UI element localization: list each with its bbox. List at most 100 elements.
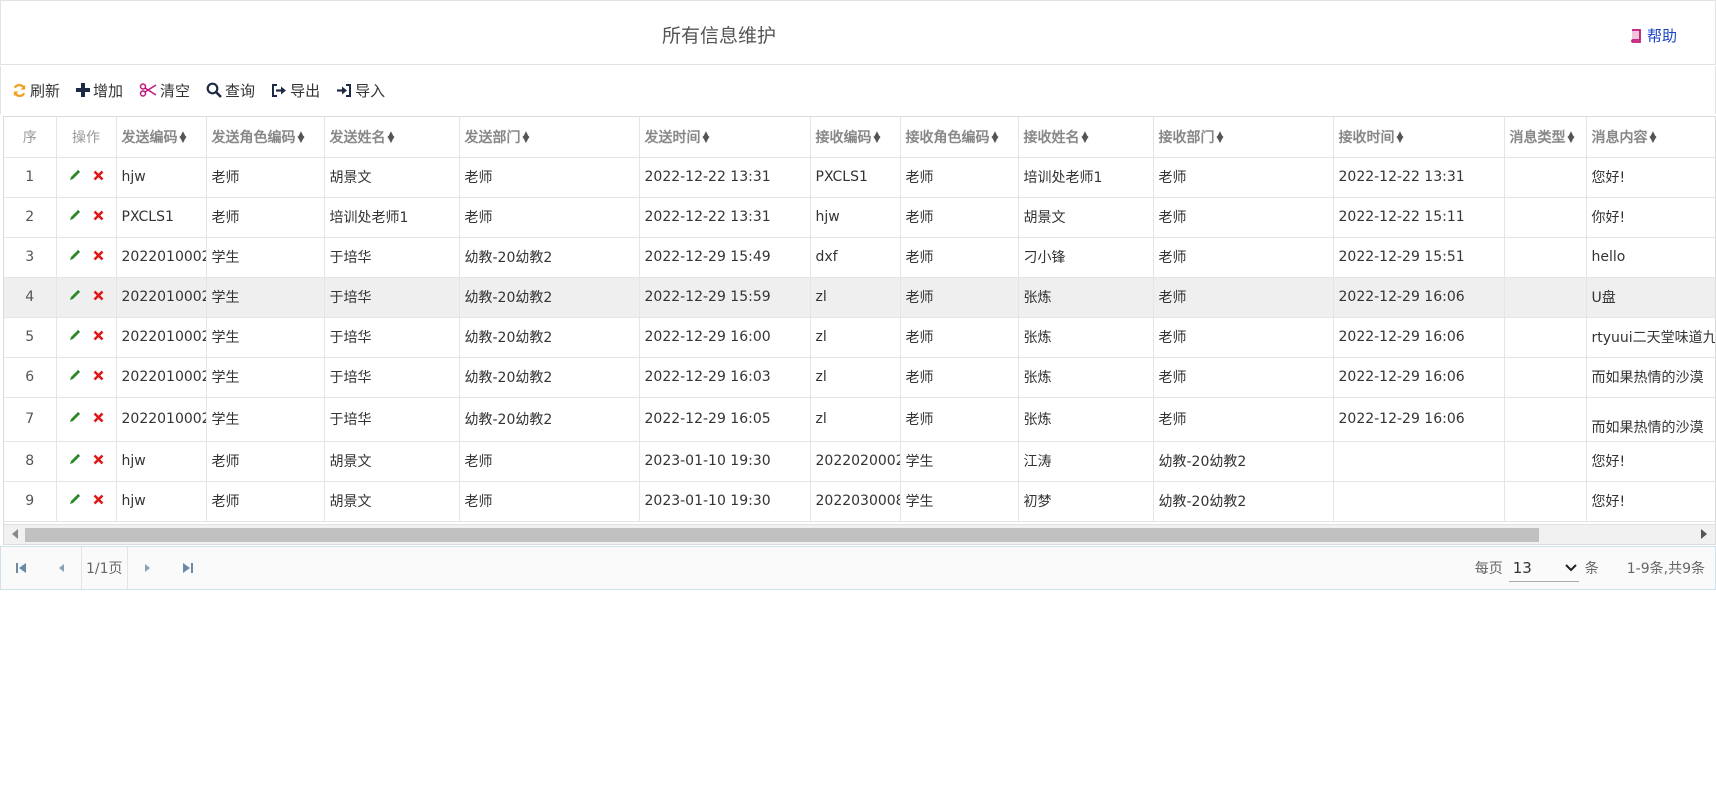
column-header-ops: 操作 (56, 117, 117, 158)
column-header[interactable]: 消息内容 ▲ ▼ (1586, 117, 1715, 158)
delete-x-icon[interactable] (93, 169, 104, 185)
table-cell: 2022010002 (116, 317, 207, 358)
row-actions (56, 481, 117, 522)
clear-button[interactable]: 清空 (139, 80, 190, 101)
table-cell: 学生 (900, 481, 1019, 522)
delete-x-icon[interactable] (93, 249, 104, 265)
delete-x-icon[interactable] (93, 369, 104, 385)
column-header[interactable]: 消息类型 ▲ ▼ (1504, 117, 1587, 158)
sort-icon[interactable]: ▲ ▼ (180, 130, 187, 144)
column-header-label: 接收角色编码 (905, 129, 990, 146)
export-button[interactable]: 导出 (271, 80, 320, 101)
sort-icon[interactable]: ▲ ▼ (992, 130, 999, 144)
query-button[interactable]: 查询 (206, 80, 255, 101)
edit-pencil-icon[interactable] (69, 169, 81, 185)
edit-pencil-icon[interactable] (69, 369, 81, 385)
table-cell: 学生 (206, 397, 325, 442)
table-row[interactable]: 8 hjw 老师 胡景文 老师 2023-01-10 19:30 2022020002 学生江… (4, 441, 1715, 482)
table-cell: 2022-12-29 16:00 (639, 317, 811, 358)
table-cell: 幼教-20幼教2 (1153, 481, 1334, 522)
sort-icon[interactable]: ▲ ▼ (1082, 130, 1089, 144)
row-index: 1 (4, 157, 57, 198)
table-cell: zl (810, 277, 901, 318)
table-cell: 2022020002 (810, 441, 901, 482)
edit-pencil-icon[interactable] (69, 493, 81, 509)
scroll-left-icon[interactable] (12, 529, 18, 539)
edit-pencil-icon[interactable] (69, 289, 81, 305)
column-header[interactable]: 发送姓名 ▲ ▼ (324, 117, 460, 158)
edit-pencil-icon[interactable] (69, 453, 81, 469)
table-cell: 2022-12-29 16:03 (639, 357, 811, 398)
sort-icon[interactable]: ▲ ▼ (703, 130, 710, 144)
sort-icon[interactable]: ▲ ▼ (298, 130, 305, 144)
page-size-select[interactable]: 13 (1508, 554, 1579, 582)
sort-icon[interactable]: ▲ ▼ (388, 130, 395, 144)
column-header[interactable]: 发送时间 ▲ ▼ (639, 117, 811, 158)
edit-pencil-icon[interactable] (69, 209, 81, 225)
table-row[interactable]: 4 2022010002 学生 于培华 幼教-20幼教2 2022-12-29 15:59… (4, 277, 1715, 318)
sort-icon[interactable]: ▲ ▼ (874, 130, 881, 144)
table-cell (1504, 397, 1587, 442)
row-index: 3 (4, 237, 57, 278)
prev-page-button[interactable] (41, 547, 81, 589)
table-cell: 老师 (1153, 157, 1334, 198)
column-header[interactable]: 接收部门 ▲ ▼ (1153, 117, 1334, 158)
column-header[interactable]: 接收时间 ▲ ▼ (1333, 117, 1505, 158)
sort-icon[interactable]: ▲ ▼ (1568, 130, 1575, 144)
column-header[interactable]: 发送编码 ▲ ▼ (116, 117, 207, 158)
scroll-thumb[interactable] (25, 528, 1539, 542)
table-cell: 胡景文 (324, 157, 460, 198)
refresh-button[interactable]: 刷新 (12, 80, 60, 101)
edit-pencil-icon[interactable] (69, 249, 81, 265)
import-button[interactable]: 导入 (336, 80, 385, 101)
sort-icon[interactable]: ▲ ▼ (523, 130, 530, 144)
column-header[interactable]: 接收姓名 ▲ ▼ (1018, 117, 1154, 158)
table-row[interactable]: 1 hjw 老师 胡景文 老师 2022-12-22 13:31 PXCLS1 老师 培训处老师… (4, 157, 1715, 198)
table-cell: 你好! (1586, 197, 1715, 238)
delete-x-icon[interactable] (93, 411, 104, 427)
delete-x-icon[interactable] (93, 453, 104, 469)
column-header[interactable]: 发送角色编码 ▲ ▼ (206, 117, 325, 158)
horizontal-scrollbar[interactable] (4, 524, 1715, 544)
table-cell: 老师 (459, 481, 640, 522)
table-cell (1333, 481, 1505, 522)
table-cell: 2022-12-22 15:11 (1333, 197, 1505, 238)
edit-pencil-icon[interactable] (69, 411, 81, 427)
table-cell: 幼教-20幼教2 (459, 357, 640, 398)
table-row[interactable]: 5 2022010002 学生 于培华 幼教-20幼教2 2022-12-29 16:00… (4, 317, 1715, 358)
delete-x-icon[interactable] (93, 209, 104, 225)
sort-icon[interactable]: ▲ ▼ (1397, 130, 1404, 144)
table-cell (1504, 357, 1587, 398)
column-header-label: 发送编码 (121, 129, 178, 146)
scroll-right-icon[interactable] (1701, 529, 1707, 539)
table-cell: 于培华 (324, 397, 460, 442)
table-row[interactable]: 7 2022010002 学生 于培华 幼教-20幼教2 2022-12-29 16:05… (4, 397, 1715, 442)
table-cell: 老师 (206, 197, 325, 238)
table-cell: 老师 (1153, 357, 1334, 398)
delete-x-icon[interactable] (93, 493, 104, 509)
column-header[interactable]: 接收角色编码 ▲ ▼ (900, 117, 1019, 158)
delete-x-icon[interactable] (93, 329, 104, 345)
export-label: 导出 (290, 81, 321, 100)
table-row[interactable]: 9 hjw 老师 胡景文 老师 2023-01-10 19:30 2022030008 学生初… (4, 481, 1715, 522)
import-icon (337, 83, 352, 97)
table-row[interactable]: 2 PXCLS1 老师 培训处老师1 老师 2022-12-22 13:31 hjw 老师 胡景… (4, 197, 1715, 238)
row-index: 2 (4, 197, 57, 238)
message-table: 序操作 发送编码 ▲ ▼ 发送角色编码 ▲ ▼ 发送姓名 ▲ ▼ 发送部门 ▲ ▼ 发送时间 ▲ ▼ 接收编码 ▲… (4, 117, 1715, 522)
column-header[interactable]: 发送部门 ▲ ▼ (459, 117, 640, 158)
column-header[interactable]: 接收编码 ▲ ▼ (810, 117, 901, 158)
next-page-button[interactable] (128, 547, 168, 589)
row-index: 4 (4, 277, 57, 318)
table-row[interactable]: 3 2022010002 学生 于培华 幼教-20幼教2 2022-12-29 15:49… (4, 237, 1715, 278)
edit-pencil-icon[interactable] (69, 329, 81, 345)
add-button[interactable]: 增加 (76, 80, 123, 101)
help-link[interactable]: 帮助 (1629, 25, 1677, 46)
table-row[interactable]: 6 2022010002 学生 于培华 幼教-20幼教2 2022-12-29 16:03… (4, 357, 1715, 398)
first-page-button[interactable] (1, 547, 41, 589)
last-page-button[interactable] (168, 547, 208, 589)
sort-icon[interactable]: ▲ ▼ (1217, 130, 1224, 144)
delete-x-icon[interactable] (93, 289, 104, 305)
table-cell: 2022-12-29 16:06 (1333, 397, 1505, 442)
sort-icon[interactable]: ▲ ▼ (1650, 130, 1657, 144)
row-actions (56, 317, 117, 358)
